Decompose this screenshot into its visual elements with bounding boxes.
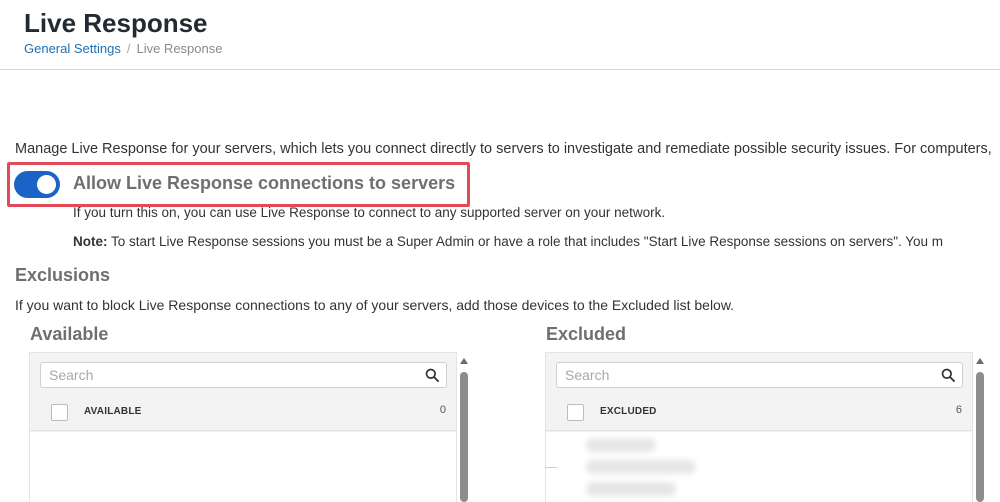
excluded-search-box (556, 362, 963, 388)
available-search-box (40, 362, 447, 388)
excluded-list-header: EXCLUDED 6 (546, 393, 972, 431)
excluded-search-input[interactable] (565, 363, 935, 387)
excluded-scroll-thumb[interactable] (976, 372, 984, 502)
available-scrollbar[interactable] (458, 352, 470, 502)
blurred-device-row (586, 438, 656, 452)
excluded-select-all-checkbox[interactable] (567, 404, 584, 421)
allow-live-response-toggle[interactable] (14, 171, 60, 198)
excluded-scrollbar[interactable] (974, 352, 986, 502)
page-title: Live Response (24, 8, 208, 38)
search-icon[interactable] (425, 368, 439, 382)
excluded-count: 6 (955, 404, 962, 416)
available-scroll-thumb[interactable] (460, 372, 468, 502)
available-select-all-checkbox[interactable] (51, 404, 68, 421)
note-text: Note: To start Live Response sessions yo… (73, 234, 943, 249)
available-panel: AVAILABLE 0 (29, 352, 457, 502)
toggle-knob (37, 175, 56, 194)
available-list-header: AVAILABLE 0 (30, 393, 456, 431)
blurred-device-row (586, 482, 676, 496)
available-list-body (30, 432, 456, 502)
note-body: To start Live Response sessions you must… (107, 234, 944, 249)
triangle-up-icon[interactable] (976, 358, 984, 364)
triangle-up-icon[interactable] (460, 358, 468, 364)
blurred-device-row (586, 460, 696, 474)
excluded-list-body (546, 432, 972, 502)
breadcrumb-link-general-settings[interactable]: General Settings (24, 41, 121, 56)
search-icon[interactable] (941, 368, 955, 382)
available-title: Available (30, 324, 109, 344)
available-header-label: AVAILABLE (84, 406, 142, 417)
page-header: Live Response General Settings / Live Resp… (0, 0, 1000, 70)
note-label: Note: (73, 234, 108, 249)
excluded-row-divider (545, 467, 557, 468)
excluded-header-label: EXCLUDED (600, 406, 657, 417)
available-search-input[interactable] (49, 363, 419, 387)
intro-text: Manage Live Response for your servers, w… (15, 141, 992, 157)
help-text: If you turn this on, you can use Live Re… (73, 205, 666, 220)
breadcrumb: General Settings / Live Response (24, 41, 222, 56)
exclusions-description: If you want to block Live Response conne… (15, 297, 735, 313)
excluded-panel: EXCLUDED 6 (545, 352, 973, 502)
exclusions-title: Exclusions (15, 265, 111, 285)
excluded-title: Excluded (546, 324, 627, 344)
available-count: 0 (439, 404, 446, 416)
toggle-label: Allow Live Response connections to serve… (73, 173, 456, 193)
breadcrumb-separator: / (126, 41, 131, 56)
breadcrumb-current: Live Response (136, 41, 223, 56)
